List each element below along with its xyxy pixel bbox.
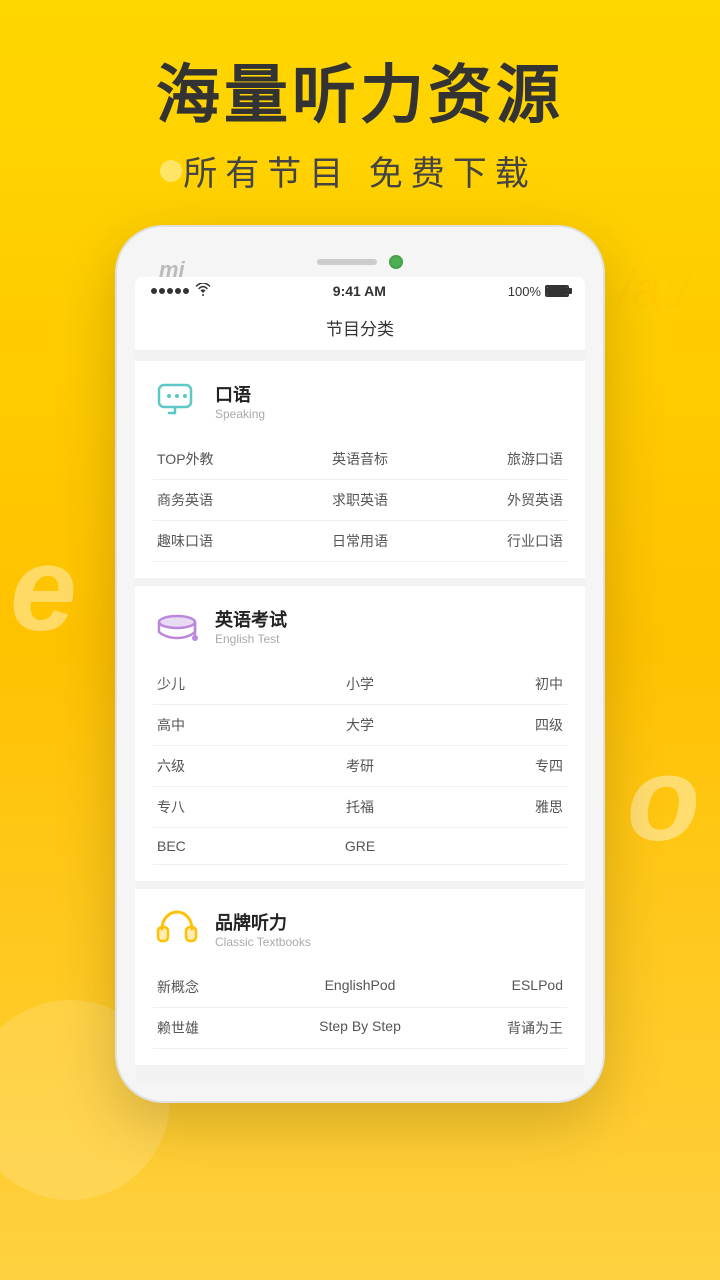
speaking-tags[interactable]: TOP外教 英语音标 旅游口语 商务英语 求职英语 外贸英语 趣味口语 日常用语… <box>153 439 567 562</box>
english-test-name: 英语考试 <box>215 606 287 632</box>
category-header-english-test: 英语考试 English Test <box>153 602 567 650</box>
tag-item[interactable]: 英语音标 <box>291 439 429 480</box>
tag-item[interactable]: 专四 <box>429 746 567 787</box>
tag-item <box>429 828 567 865</box>
tag-item[interactable]: 求职英语 <box>291 480 429 521</box>
tag-item[interactable]: 考研 <box>291 746 429 787</box>
english-test-text: 英语考试 English Test <box>215 606 287 646</box>
nav-title: 节目分类 <box>326 320 394 339</box>
tag-item[interactable]: 小学 <box>291 664 429 705</box>
tag-item[interactable]: BEC <box>153 828 291 865</box>
headphone-icon <box>153 905 201 953</box>
battery-percent: 100% <box>508 284 541 299</box>
signal-dot <box>151 288 157 294</box>
tag-item[interactable]: 少儿 <box>153 664 291 705</box>
tag-item[interactable]: 六级 <box>153 746 291 787</box>
signal-dot <box>159 288 165 294</box>
category-card-classic: 品牌听力 Classic Textbooks 新概念 EnglishPod ES… <box>135 889 585 1065</box>
phone-brand: mi <box>159 257 185 283</box>
status-left <box>151 283 211 299</box>
status-right: 100% <box>508 284 569 299</box>
tag-item[interactable]: 商务英语 <box>153 480 291 521</box>
signal-dot <box>167 288 173 294</box>
category-header-speaking: 口语 Speaking <box>153 377 567 425</box>
category-card-speaking: 口语 Speaking TOP外教 英语音标 旅游口语 商务英语 求职英语 外贸… <box>135 361 585 578</box>
status-bar: 9:41 AM 100% <box>135 277 585 305</box>
tag-item[interactable]: GRE <box>291 828 429 865</box>
speaking-text: 口语 Speaking <box>215 381 265 421</box>
tag-item[interactable]: 旅游口语 <box>429 439 567 480</box>
english-test-sub: English Test <box>215 632 287 646</box>
signal-dot <box>183 288 189 294</box>
tag-item[interactable]: 初中 <box>429 664 567 705</box>
tag-item[interactable]: EnglishPod <box>291 967 429 1008</box>
content-area: 口语 Speaking TOP外教 英语音标 旅游口语 商务英语 求职英语 外贸… <box>135 351 585 1083</box>
signal-dot <box>175 288 181 294</box>
speaking-name: 口语 <box>215 381 265 407</box>
tag-item[interactable]: ESLPod <box>429 967 567 1008</box>
classic-text: 品牌听力 Classic Textbooks <box>215 909 311 949</box>
status-time: 9:41 AM <box>333 283 386 299</box>
english-test-tags[interactable]: 少儿 小学 初中 高中 大学 四级 六级 考研 专四 专八 托福 雅思 BEC … <box>153 664 567 865</box>
phone-mockup: mi <box>0 225 720 1103</box>
classic-sub: Classic Textbooks <box>215 935 311 949</box>
phone-speaker <box>317 259 377 265</box>
tag-item[interactable]: 赖世雄 <box>153 1008 291 1049</box>
tag-item[interactable]: 四级 <box>429 705 567 746</box>
tag-item[interactable]: 专八 <box>153 787 291 828</box>
classic-tags[interactable]: 新概念 EnglishPod ESLPod 赖世雄 Step By Step 背… <box>153 967 567 1049</box>
tag-item[interactable]: 托福 <box>291 787 429 828</box>
battery-icon <box>545 285 569 297</box>
tag-item[interactable]: 新概念 <box>153 967 291 1008</box>
hero-section: 海量听力资源 所有节目 免费下载 <box>0 0 720 195</box>
phone-body: mi <box>115 225 605 1103</box>
classic-name: 品牌听力 <box>215 909 311 935</box>
tag-item[interactable]: 雅思 <box>429 787 567 828</box>
tag-item[interactable]: 日常用语 <box>291 521 429 562</box>
signal-dots <box>151 288 189 294</box>
phone-top: mi <box>135 245 585 277</box>
phone-camera <box>389 255 403 269</box>
category-header-classic: 品牌听力 Classic Textbooks <box>153 905 567 953</box>
wifi-icon <box>195 283 211 299</box>
tag-item[interactable]: 大学 <box>291 705 429 746</box>
graduation-cap-icon <box>153 602 201 650</box>
battery-fill <box>547 287 567 295</box>
tag-item[interactable]: 行业口语 <box>429 521 567 562</box>
tag-item[interactable]: 高中 <box>153 705 291 746</box>
speaking-icon <box>153 377 201 425</box>
tag-item[interactable]: Step By Step <box>291 1008 429 1049</box>
hero-subtitle: 所有节目 免费下载 <box>0 146 720 195</box>
tag-item[interactable]: TOP外教 <box>153 439 291 480</box>
hero-title: 海量听力资源 <box>0 60 720 130</box>
tag-item[interactable]: 背诵为王 <box>429 1008 567 1049</box>
nav-bar: 节目分类 <box>135 305 585 351</box>
tag-item[interactable]: 外贸英语 <box>429 480 567 521</box>
category-card-english-test: 英语考试 English Test 少儿 小学 初中 高中 大学 四级 六级 考… <box>135 586 585 881</box>
speaking-sub: Speaking <box>215 407 265 421</box>
tag-item[interactable]: 趣味口语 <box>153 521 291 562</box>
phone-screen: 9:41 AM 100% 节目分类 <box>135 277 585 1083</box>
